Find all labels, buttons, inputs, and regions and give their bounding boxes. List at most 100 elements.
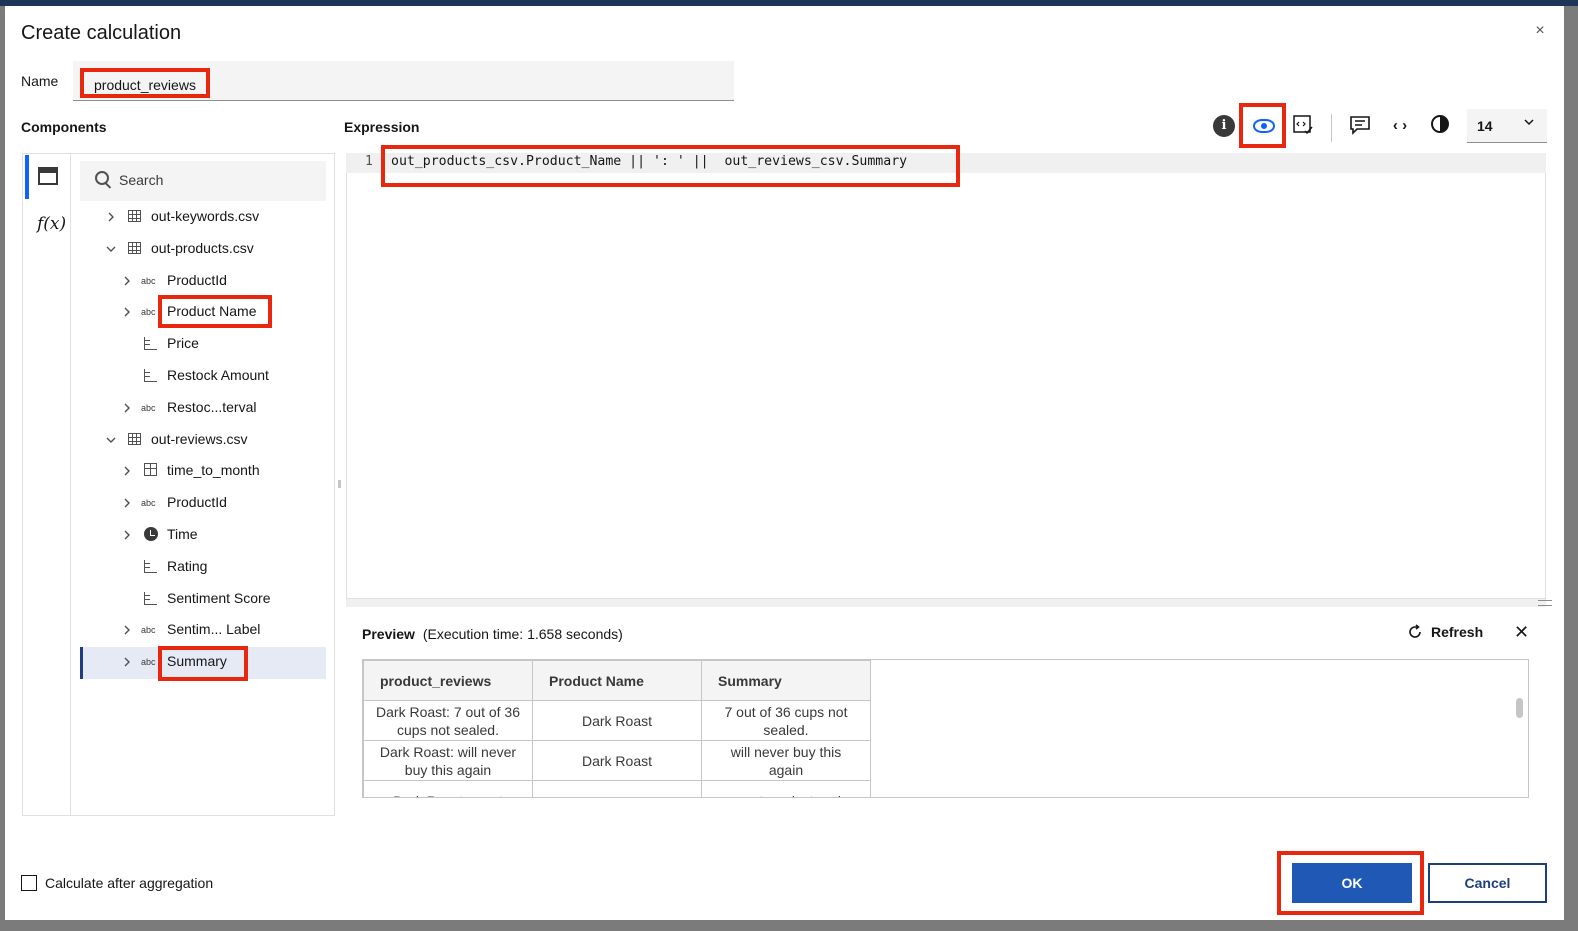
refresh-button[interactable]: Refresh bbox=[1431, 624, 1483, 640]
close-icon[interactable]: × bbox=[1529, 20, 1551, 42]
tree-item-label: Restock Amount bbox=[167, 367, 269, 383]
chevron-down-icon[interactable] bbox=[105, 427, 117, 457]
chevron-right-icon[interactable] bbox=[121, 649, 133, 679]
table-cell: Dark Roast bbox=[532, 740, 702, 781]
abc-icon: abc bbox=[141, 625, 156, 636]
tree-item[interactable]: abc Restoc...terval bbox=[121, 392, 325, 422]
abc-icon: abc bbox=[141, 275, 156, 286]
tree-item[interactable]: Restock Amount bbox=[121, 360, 325, 390]
expression-highlight bbox=[381, 145, 960, 187]
search-placeholder: Search bbox=[119, 172, 164, 188]
search-input[interactable] bbox=[80, 161, 326, 201]
chevron-right-icon[interactable] bbox=[121, 299, 133, 329]
summary-highlight bbox=[158, 646, 248, 681]
tree-item-label: time_to_month bbox=[167, 462, 260, 479]
table-icon bbox=[128, 241, 141, 254]
tree-item-label: ProductId bbox=[167, 271, 227, 288]
preview-close-icon[interactable]: ✕ bbox=[1514, 622, 1529, 643]
preview-table-container: product_reviews Product Name Summary Dar… bbox=[362, 659, 1529, 798]
code-icon[interactable]: ‹ › bbox=[1388, 114, 1412, 138]
tree-item[interactable]: Rating bbox=[121, 551, 325, 581]
search-icon bbox=[95, 171, 109, 185]
chevron-down-icon bbox=[1523, 116, 1535, 131]
tree-item-label: Price bbox=[167, 335, 199, 352]
tree-item[interactable]: time_to_month bbox=[121, 455, 325, 485]
tree-item-label: Restoc...terval bbox=[167, 398, 257, 415]
measure-icon bbox=[144, 337, 157, 351]
panel-splitter[interactable] bbox=[338, 480, 341, 488]
abc-icon: abc bbox=[141, 402, 156, 413]
chevron-right-icon[interactable] bbox=[121, 522, 133, 552]
preview-label: Preview bbox=[362, 626, 415, 642]
tree-item[interactable]: abc ProductId bbox=[121, 265, 325, 295]
table-cell: will never buy this again bbox=[701, 740, 871, 781]
tree-item-label: Sentiment Score bbox=[167, 589, 271, 606]
chevron-right-icon[interactable] bbox=[121, 268, 133, 298]
expression-label: Expression bbox=[344, 119, 420, 135]
tree-item[interactable]: Price bbox=[121, 328, 325, 358]
cancel-button[interactable]: Cancel bbox=[1428, 863, 1547, 903]
product-name-highlight bbox=[158, 295, 272, 328]
preview-table: product_reviews Product Name Summary Dar… bbox=[363, 660, 871, 797]
create-calculation-dialog: Create calculation × Name product_review… bbox=[5, 6, 1564, 920]
table-cell: 7 out of 36 cups not sealed. bbox=[701, 700, 871, 741]
chevron-right-icon[interactable] bbox=[121, 617, 133, 647]
preview-scrollbar[interactable] bbox=[1516, 698, 1523, 718]
table-row: Dark Roast: will never buy this again Da… bbox=[363, 740, 871, 781]
data-source-icon[interactable] bbox=[38, 167, 58, 185]
info-icon[interactable]: i bbox=[1213, 115, 1235, 137]
table-row: Dark Roast: 7 out of 36 cups not sealed.… bbox=[363, 700, 871, 741]
chevron-right-icon[interactable] bbox=[121, 458, 133, 488]
table-row: Dark Roast: great great product and bbox=[363, 780, 871, 797]
table-header-row: product_reviews Product Name Summary bbox=[363, 660, 871, 701]
tree-item[interactable]: Sentiment Score bbox=[121, 583, 325, 613]
rail-active-indicator bbox=[25, 155, 29, 199]
splitter-handle-icon[interactable] bbox=[1538, 600, 1552, 606]
line-number: 1 bbox=[365, 154, 373, 169]
tree-item[interactable]: out-keywords.csv bbox=[105, 201, 325, 231]
abc-icon: abc bbox=[141, 657, 156, 668]
dialog-title: Create calculation bbox=[21, 22, 182, 44]
font-size-value: 14 bbox=[1477, 118, 1493, 134]
validate-code-icon[interactable] bbox=[1291, 114, 1315, 138]
name-label: Name bbox=[21, 73, 59, 89]
table-cell: Dark Roast: 7 out of 36 cups not sealed. bbox=[363, 700, 533, 741]
chevron-right-icon[interactable] bbox=[121, 395, 133, 425]
checkbox-label: Calculate after aggregation bbox=[45, 875, 214, 891]
name-value[interactable]: product_reviews bbox=[80, 68, 210, 98]
chevron-right-icon[interactable] bbox=[105, 204, 117, 234]
table-cell: great product and bbox=[701, 780, 871, 797]
tree-item-label: out-reviews.csv bbox=[151, 430, 248, 447]
calculate-after-aggregation-checkbox[interactable] bbox=[21, 875, 37, 891]
refresh-icon[interactable] bbox=[1407, 624, 1423, 645]
comment-icon[interactable] bbox=[1348, 114, 1372, 138]
table-cell: Dark Roast: will never buy this again bbox=[363, 740, 533, 781]
expression-editor[interactable] bbox=[346, 153, 1546, 599]
column-header: product_reviews bbox=[363, 660, 533, 701]
table-cell bbox=[532, 780, 702, 797]
toolbar-divider bbox=[1331, 114, 1332, 142]
column-header: Summary bbox=[701, 660, 871, 701]
clock-icon bbox=[144, 527, 158, 541]
tree-item-label: ProductId bbox=[167, 494, 227, 511]
measure-icon bbox=[144, 591, 157, 605]
chevron-down-icon[interactable] bbox=[105, 236, 117, 266]
contrast-icon[interactable] bbox=[1428, 114, 1452, 138]
tree-item[interactable]: Time bbox=[121, 519, 325, 549]
tree-item-label: out-products.csv bbox=[151, 239, 254, 256]
tree-item[interactable]: abc Sentim... Label bbox=[121, 614, 325, 644]
chevron-right-icon[interactable] bbox=[121, 490, 133, 520]
table-cell: Dark Roast bbox=[532, 700, 702, 741]
functions-icon[interactable]: f(x) bbox=[37, 214, 66, 234]
components-label: Components bbox=[21, 119, 107, 135]
measure-icon bbox=[144, 559, 157, 573]
preview-header: Preview (Execution time: 1.658 seconds) bbox=[362, 626, 623, 642]
tree-item[interactable]: abc ProductId bbox=[121, 487, 325, 517]
tree-item-label: Sentim... Label bbox=[167, 621, 261, 638]
table-icon bbox=[128, 432, 141, 445]
column-header: Product Name bbox=[532, 660, 702, 701]
tree-item[interactable]: out-reviews.csv bbox=[105, 424, 325, 454]
tree-item[interactable]: out-products.csv bbox=[105, 233, 325, 263]
preview-splitter[interactable] bbox=[346, 599, 1546, 607]
table-cell: Dark Roast: great bbox=[363, 780, 533, 797]
